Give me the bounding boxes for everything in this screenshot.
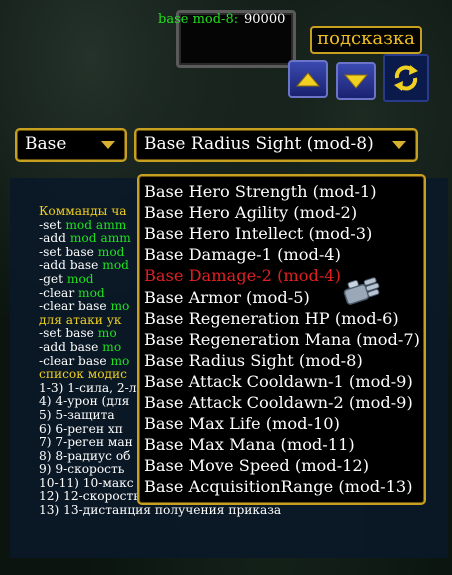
info-line: 5) 5-защита <box>39 407 115 422</box>
info-line-param: mo <box>110 299 130 314</box>
info-line: -add <box>39 231 70 246</box>
info-line-param: mod <box>78 285 105 300</box>
info-line: Комманды ча <box>39 204 127 218</box>
info-line-param: mo <box>97 326 117 341</box>
info-line: 13) 13-дистанция получения приказа <box>39 503 282 518</box>
info-line: 4) 4-урон (для <box>39 394 130 409</box>
info-line: 6) 6-реген хп <box>39 421 123 436</box>
list-item[interactable]: Base Max Life (mod-10) <box>144 414 340 433</box>
list-item[interactable]: Base Max Mana (mod-11) <box>144 435 355 454</box>
info-line: 1-3) 1-сила, 2-л <box>39 380 137 395</box>
list-item[interactable]: Base Attack Cooldawn-2 (mod-9) <box>144 393 413 412</box>
gauntlet-cursor-icon <box>343 277 380 305</box>
list-item[interactable]: Base AcquisitionRange (mod-13) <box>144 477 413 496</box>
stat-dropdown[interactable]: Base Radius Sight (mod-8) <box>134 128 418 162</box>
value-number: 90000 <box>244 12 286 27</box>
list-item[interactable]: Base Regeneration Mana (mod-7) <box>144 330 420 349</box>
info-line: -clear base <box>39 353 111 368</box>
info-line: 9) 9-скорость <box>39 462 125 477</box>
info-line: -get <box>39 271 67 286</box>
info-line: -set base <box>39 326 98 341</box>
type-dropdown[interactable]: Base <box>15 128 127 162</box>
info-line: -add base <box>39 339 103 354</box>
type-dropdown-value: Base <box>25 134 67 154</box>
up-arrow-button[interactable] <box>288 60 328 98</box>
info-line: для атаки ук <box>39 312 122 327</box>
info-line-param: mod <box>97 244 125 259</box>
value-label: base mod-8: <box>158 12 239 27</box>
down-arrow-icon <box>343 74 369 89</box>
info-line: 8) 8-радиус об <box>39 448 131 463</box>
info-line: 10-11) 10-макс <box>39 475 134 490</box>
refresh-icon <box>394 65 418 91</box>
stat-dropdown-value: Base Radius Sight (mod-8) <box>144 134 374 154</box>
info-line: -add base <box>39 258 103 273</box>
info-line-param: mod <box>66 271 94 286</box>
list-item[interactable]: Base Move Speed (mod-12) <box>144 456 369 475</box>
list-item[interactable]: Base Hero Agility (mod-2) <box>144 203 357 222</box>
hint-button[interactable]: подсказка <box>310 26 422 54</box>
refresh-button[interactable] <box>383 54 429 102</box>
info-line: -set <box>39 217 66 232</box>
chevron-down-icon <box>101 141 115 149</box>
info-line-param: mod <box>102 258 129 273</box>
info-line-param: mo <box>110 353 130 368</box>
list-item[interactable]: Base Attack Cooldawn-1 (mod-9) <box>144 372 413 391</box>
stat-dropdown-list: Base Hero Strength (mod-1) Base Hero Agil… <box>137 174 426 505</box>
list-item[interactable]: Base Regeneration HP (mod-6) <box>144 309 399 328</box>
info-line: 7) 7-реген ман <box>39 435 133 450</box>
list-item[interactable]: Base Armor (mod-5) <box>144 288 310 307</box>
info-line: -clear <box>39 285 79 300</box>
list-item[interactable]: Base Damage-1 (mod-4) <box>144 245 341 264</box>
info-line-param: mod amm <box>65 217 127 232</box>
info-line: -set base <box>39 244 98 259</box>
info-line-param: mod amm <box>69 231 131 246</box>
info-line: -clear base <box>39 299 111 314</box>
info-line: список модис <box>39 367 127 382</box>
list-item[interactable]: Base Hero Strength (mod-1) <box>144 182 377 201</box>
down-arrow-button[interactable] <box>336 62 376 100</box>
info-line-param: mo <box>102 339 122 354</box>
up-arrow-icon <box>295 72 321 87</box>
chevron-down-icon <box>392 141 406 149</box>
list-item[interactable]: Base Damage-2 (mod-4) <box>144 266 341 285</box>
list-item[interactable]: Base Radius Sight (mod-8) <box>144 351 363 370</box>
list-item[interactable]: Base Hero Intellect (mod-3) <box>144 224 372 243</box>
